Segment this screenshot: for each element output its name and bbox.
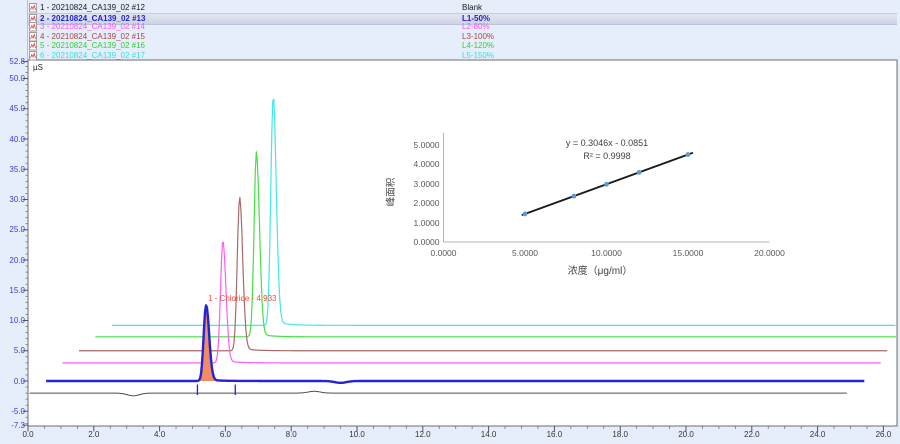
legend-row-injection-6[interactable]: 6 - 20210824_CA139_02 #17 L5-150%	[28, 51, 897, 61]
chromatography-workspace: 1 - 20210824_CA139_02 #12Blank2 - 202108…	[0, 0, 900, 444]
inset-x-tick-label: 0.0000	[419, 248, 469, 258]
legend-injection-name: 6 - 20210824_CA139_02 #17	[40, 51, 145, 61]
calibration-point	[604, 182, 609, 187]
legend-row-injection-4[interactable]: 4 - 20210824_CA139_02 #15 L3-100%	[28, 32, 897, 42]
legend-row-injection-5[interactable]: 5 - 20210824_CA139_02 #16 L4-120%	[28, 41, 897, 51]
inset-x-tick-label: 15.0000	[663, 248, 713, 258]
legend-level-label: Blank	[462, 3, 482, 13]
legend-injection-name: 1 - 20210824_CA139_02 #12	[40, 3, 145, 13]
y-axis-tick-label: 50.0	[0, 74, 25, 83]
x-axis-tick-label: 20.0	[671, 430, 701, 439]
legend-level-label: L2-80%	[462, 22, 490, 32]
x-axis-tick-label: 10.0	[342, 430, 372, 439]
inset-x-tick-label: 10.0000	[582, 248, 632, 258]
peak-label: 1 - Chloride - 4.933	[208, 294, 276, 303]
legend-row-injection-1[interactable]: 1 - 20210824_CA139_02 #12 Blank	[28, 3, 897, 13]
injection-chromatogram-icon	[29, 22, 38, 32]
legend-injection-name: 4 - 20210824_CA139_02 #15	[40, 32, 145, 42]
injection-chromatogram-icon	[29, 41, 38, 51]
injection-chromatogram-icon	[29, 51, 38, 61]
plot-area[interactable]	[28, 60, 897, 426]
legend-level-label: L3-100%	[462, 32, 494, 42]
x-axis-tick-label: 8.0	[276, 430, 306, 439]
calibration-point	[523, 212, 528, 217]
x-axis-tick-label: 24.0	[803, 430, 833, 439]
x-axis-tick-label: 2.0	[79, 430, 109, 439]
legend-level-label: L4-120%	[462, 41, 494, 51]
legend-injection-name: 5 - 20210824_CA139_02 #16	[40, 41, 145, 51]
y-axis-tick-label: 30.0	[0, 195, 25, 204]
x-axis-tick-label: 26.0	[868, 430, 898, 439]
y-axis-tick-label: 20.0	[0, 256, 25, 265]
inset-y-tick-label: 3.0000	[397, 179, 440, 189]
y-axis-tick-label: 45.0	[0, 104, 25, 113]
y-axis-unit-label: µS	[33, 63, 43, 72]
x-axis-tick-label: 0.0	[13, 430, 43, 439]
y-axis-tick-label: 0.0	[0, 377, 25, 386]
y-axis-tick-label: 25.0	[0, 225, 25, 234]
x-axis-tick-label: 14.0	[474, 430, 504, 439]
injection-legend: 1 - 20210824_CA139_02 #12Blank2 - 202108…	[0, 0, 900, 60]
chromatogram-plot[interactable]	[0, 0, 900, 444]
x-axis-tick-label: 6.0	[210, 430, 240, 439]
injection-chromatogram-icon	[29, 3, 38, 13]
y-axis-tick-label: -5.0	[0, 407, 25, 416]
y-axis-tick-label: 35.0	[0, 165, 25, 174]
x-axis-tick-label: 18.0	[605, 430, 635, 439]
trendline-equation: y = 0.3046x - 0.0851	[507, 138, 707, 148]
inset-y-tick-label: 1.0000	[397, 218, 440, 228]
inset-x-axis-title: 浓度（μg/ml）	[520, 262, 680, 277]
trendline-r-squared: R² = 0.9998	[507, 151, 707, 161]
legend-level-label: L5-150%	[462, 51, 494, 61]
inset-y-tick-label: 5.0000	[397, 140, 440, 150]
x-axis-tick-label: 22.0	[737, 430, 767, 439]
y-axis-tick-label: 15.0	[0, 286, 25, 295]
y-axis-limit-label: -7.3	[0, 421, 25, 430]
inset-y-tick-label: 4.0000	[397, 159, 440, 169]
injection-chromatogram-icon	[29, 32, 38, 42]
inset-x-tick-label: 5.0000	[500, 248, 550, 258]
x-axis-tick-label: 16.0	[539, 430, 569, 439]
inset-y-tick-label: 0.0000	[397, 237, 440, 247]
calibration-point	[572, 194, 577, 199]
inset-y-axis-title: 峰面积	[383, 147, 397, 237]
y-axis-tick-label: 5.0	[0, 346, 25, 355]
inset-x-tick-label: 20.0000	[745, 248, 795, 258]
y-axis-tick-label: 10.0	[0, 316, 25, 325]
legend-row-injection-3[interactable]: 3 - 20210824_CA139_02 #14 L2-80%	[28, 22, 897, 32]
x-axis-tick-label: 4.0	[145, 430, 175, 439]
calibration-point	[637, 170, 642, 175]
inset-y-tick-label: 2.0000	[397, 198, 440, 208]
x-axis-tick-label: 12.0	[408, 430, 438, 439]
legend-injection-name: 3 - 20210824_CA139_02 #14	[40, 22, 145, 32]
y-axis-tick-label: 40.0	[0, 135, 25, 144]
